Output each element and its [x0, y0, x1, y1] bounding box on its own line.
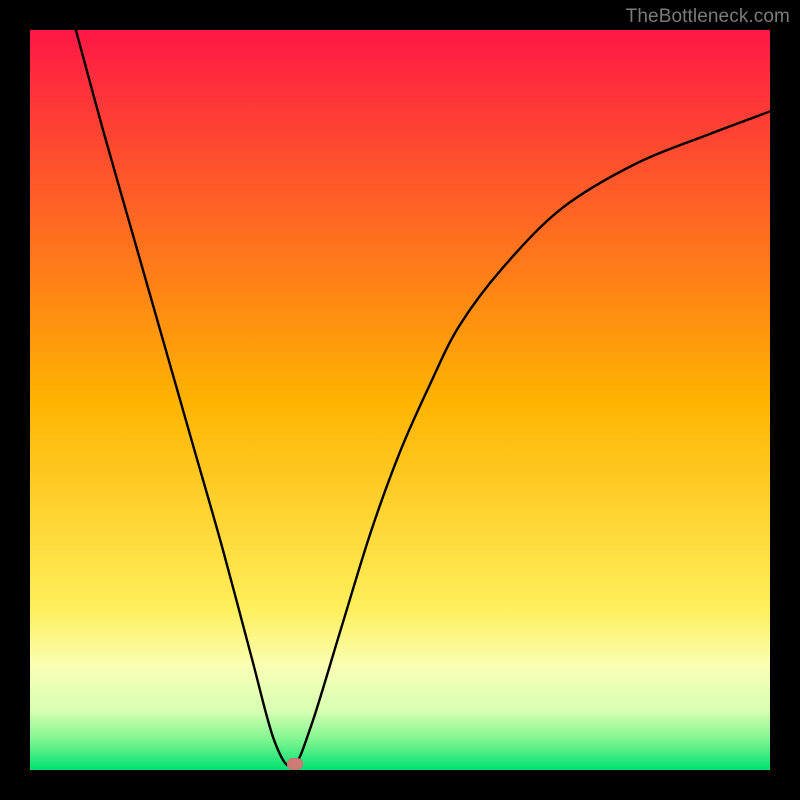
optimal-point-marker: [287, 758, 303, 770]
watermark-text: TheBottleneck.com: [626, 6, 790, 28]
bottleneck-curve: [30, 30, 770, 770]
plot-area: [30, 30, 770, 770]
chart-frame: TheBottleneck.com: [0, 0, 800, 800]
